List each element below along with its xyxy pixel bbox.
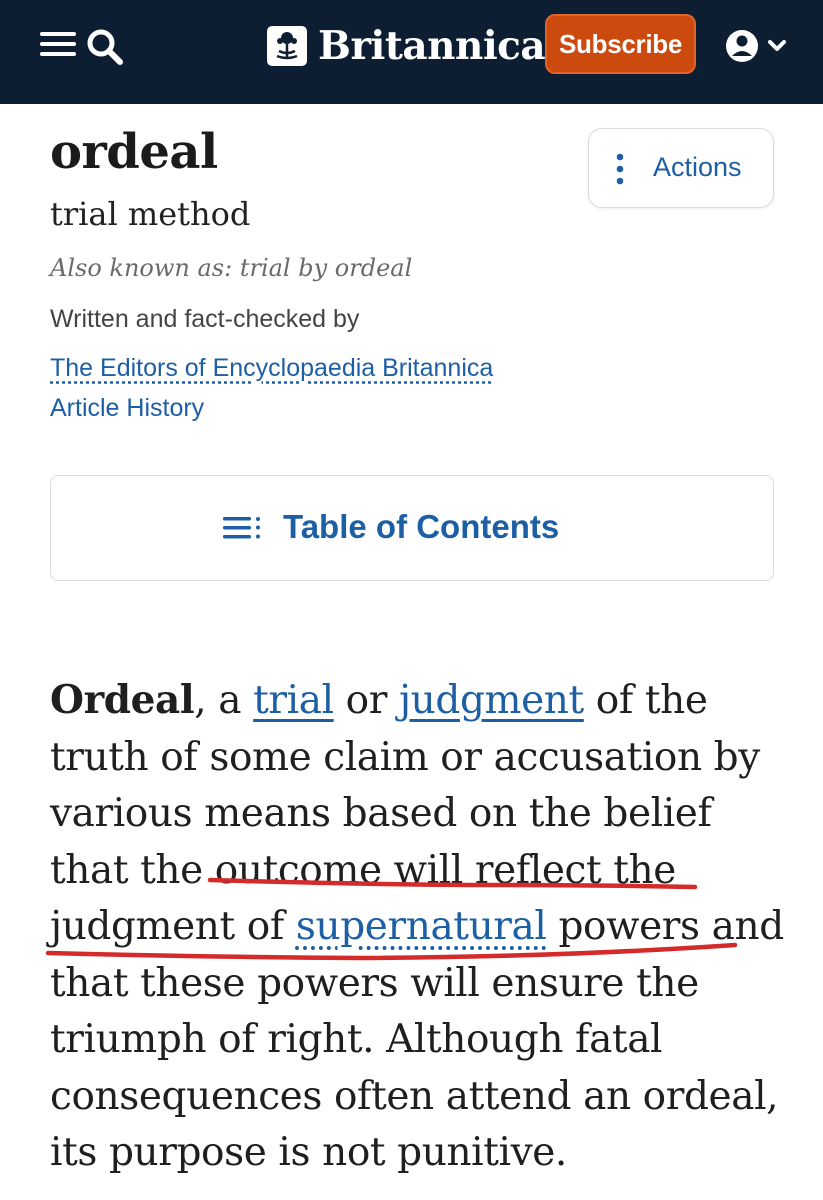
supernatural-link[interactable]: supernatural xyxy=(296,904,547,949)
britannica-logo[interactable]: Britannica xyxy=(266,22,546,70)
article-history-link[interactable]: Article History xyxy=(50,394,204,423)
thistle-logo-icon xyxy=(267,26,307,66)
actions-button[interactable]: Actions xyxy=(588,128,774,208)
search-icon[interactable] xyxy=(84,26,128,70)
also-known-as: Also known as: trial by ordeal xyxy=(50,254,413,282)
vertical-dots-icon xyxy=(616,153,624,185)
actions-label: Actions xyxy=(653,152,742,182)
article-paragraph: Ordeal, a trial or judgment of the truth… xyxy=(50,672,790,1182)
judgment-link[interactable]: judgment xyxy=(399,678,584,723)
page-subtitle: trial method xyxy=(50,195,251,233)
article-text: or xyxy=(333,678,399,723)
byline-text: Written and fact-checked by xyxy=(50,305,360,333)
account-menu[interactable] xyxy=(724,26,794,66)
table-of-contents-button[interactable]: Table of Contents xyxy=(50,475,774,581)
menu-icon[interactable] xyxy=(40,32,76,60)
subscribe-button[interactable]: Subscribe xyxy=(545,14,696,74)
list-icon xyxy=(223,517,260,539)
page-title: ordeal xyxy=(50,124,218,180)
author-link[interactable]: The Editors of Encyclopaedia Britannica xyxy=(50,354,493,383)
user-icon xyxy=(726,30,758,62)
article-term: Ordeal xyxy=(50,677,195,723)
logo-text: Britannica xyxy=(318,23,546,69)
menu-search-button[interactable] xyxy=(40,24,136,68)
article-text: , a xyxy=(194,678,254,723)
top-navigation-bar: Britannica Subscribe xyxy=(0,0,823,104)
chevron-down-icon xyxy=(768,40,786,51)
trial-link[interactable]: trial xyxy=(253,678,334,723)
table-of-contents-label: Table of Contents xyxy=(283,508,560,545)
